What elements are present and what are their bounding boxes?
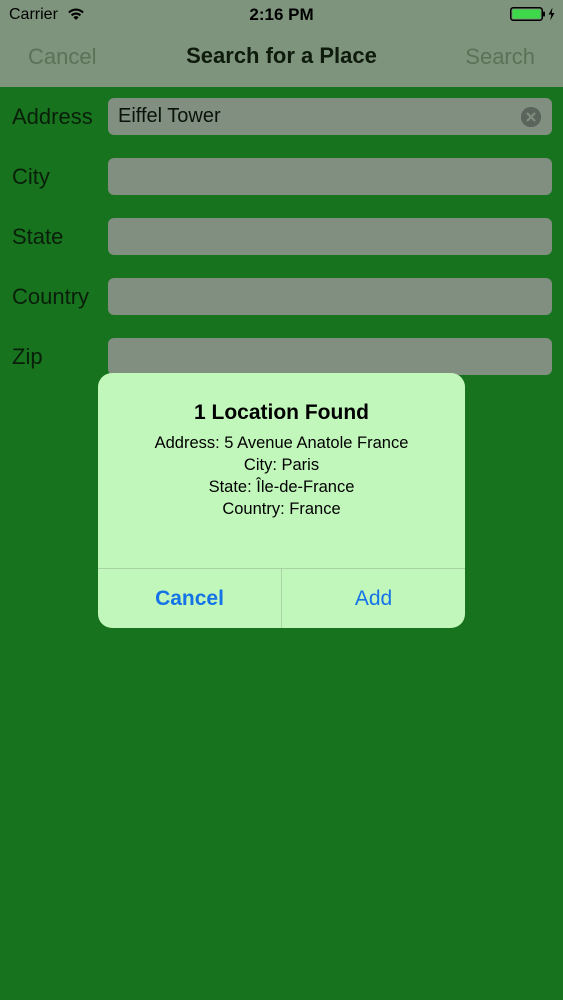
status-time: 2:16 PM: [249, 5, 314, 24]
state-label: State: [12, 224, 64, 249]
nav-search-button[interactable]: Search: [465, 44, 535, 70]
alert-button-bar: Cancel Add: [98, 568, 465, 628]
zip-field[interactable]: [108, 338, 552, 375]
alert-message-address: Address: 5 Avenue Anatole France: [154, 434, 409, 452]
alert-add-button[interactable]: Add: [282, 569, 465, 628]
location-found-alert: 1 Location Found Address: 5 Avenue Anato…: [98, 373, 465, 628]
alert-message-city: City: Paris: [243, 456, 320, 474]
alert-message: Address: 5 Avenue Anatole France City: P…: [98, 432, 465, 520]
screen: Carrier 2:16 PM Cancel Search for a Plac…: [0, 0, 563, 1000]
alert-message-country: Country: France: [222, 500, 341, 518]
alert-title: 1 Location Found: [194, 401, 369, 424]
city-field[interactable]: [108, 158, 552, 195]
country-label: Country: [12, 284, 90, 309]
clear-circle-icon[interactable]: [521, 107, 541, 127]
alert-message-state: State: Île-de-France: [208, 478, 355, 496]
city-row: City: [0, 158, 563, 196]
alert-cancel-button[interactable]: Cancel: [98, 569, 281, 628]
zip-row: Zip: [0, 338, 563, 376]
state-field[interactable]: [108, 218, 552, 255]
zip-label: Zip: [12, 344, 43, 369]
address-row: Address: [0, 98, 563, 136]
battery-charging-icon: [510, 7, 556, 21]
country-field[interactable]: [108, 278, 552, 315]
status-bar: Carrier 2:16 PM: [0, 0, 563, 30]
address-field[interactable]: [108, 98, 552, 135]
address-label: Address: [12, 104, 93, 129]
navigation-bar: Cancel Search for a Place Search: [0, 30, 563, 87]
country-row: Country: [0, 278, 563, 316]
state-row: State: [0, 218, 563, 256]
city-label: City: [12, 164, 50, 189]
